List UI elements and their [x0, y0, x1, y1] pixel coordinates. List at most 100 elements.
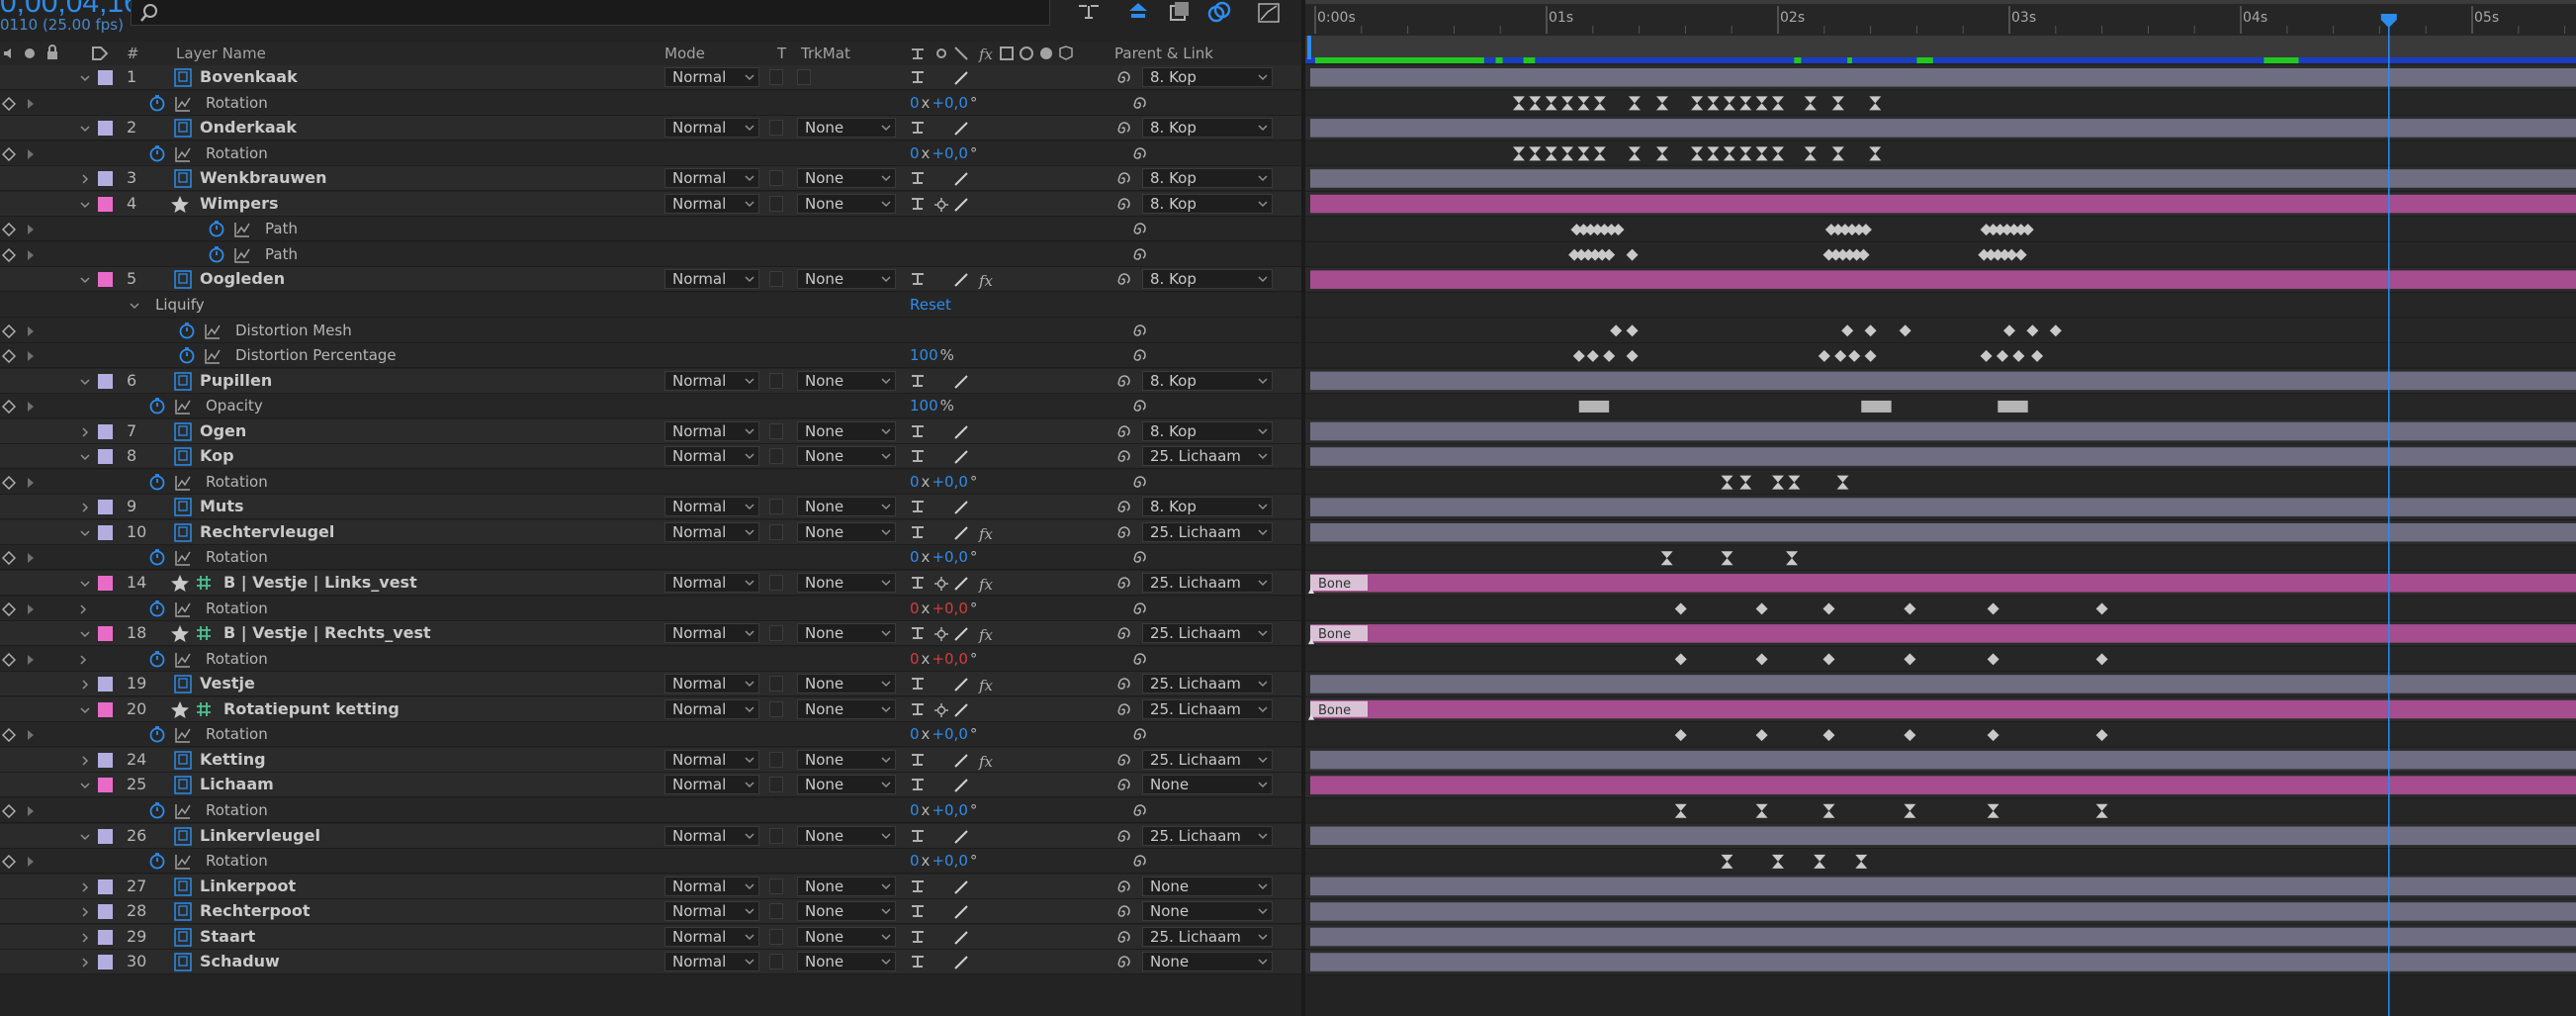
property-row[interactable]: Opacity 100% [0, 394, 1305, 419]
work-area-start-handle[interactable] [1307, 36, 1311, 59]
stopwatch-icon[interactable] [178, 322, 196, 339]
pick-whip-icon[interactable] [1114, 196, 1132, 214]
preserve-transparency-checkbox[interactable] [769, 499, 783, 515]
graph-icon[interactable] [174, 802, 192, 820]
preserve-transparency-checkbox[interactable] [769, 170, 783, 187]
keyframe-navigator-icon[interactable] [2, 323, 16, 338]
pick-whip-icon[interactable] [1114, 423, 1132, 441]
chevron-down-icon[interactable] [79, 831, 91, 843]
layer-row[interactable]: 30 Schaduw Normal None None [0, 950, 1305, 975]
preserve-transparency-checkbox[interactable] [769, 575, 783, 591]
keyframe-navigator-icon[interactable] [2, 223, 16, 237]
pick-whip-icon[interactable] [1114, 676, 1132, 693]
layer-name[interactable]: Schaduw [200, 952, 280, 970]
timeline-canvas[interactable]: 0:00s 01s 02s 03s 04s 05s Bone Bone Bone [1305, 0, 2576, 1016]
layer-name[interactable]: Oogleden [200, 269, 285, 288]
preserve-transparency-checkbox[interactable] [769, 69, 783, 85]
pick-whip-icon[interactable] [1114, 828, 1132, 846]
pick-whip-icon[interactable] [1130, 600, 1148, 618]
property-value[interactable]: 0 x +0,0 ° [910, 725, 979, 743]
keyframe-group[interactable] [1998, 400, 2028, 413]
trkmat-dropdown[interactable]: None [797, 901, 896, 922]
keyframe-group[interactable] [1861, 400, 1892, 413]
chevron-right-icon[interactable] [26, 654, 36, 666]
layer-switches[interactable]: fx [910, 271, 1009, 289]
layer-duration-bar[interactable] [1310, 826, 2576, 846]
trkmat-dropdown[interactable]: None [797, 168, 896, 189]
label-color-swatch[interactable] [98, 449, 113, 465]
mode-dropdown[interactable]: Normal [665, 420, 759, 441]
property-value[interactable]: 0 x +0,0 ° [910, 144, 979, 162]
layer-switches[interactable] [910, 120, 1009, 138]
pick-whip-icon[interactable] [1114, 929, 1132, 947]
keyframe-navigator-icon[interactable] [2, 146, 16, 161]
preserve-transparency-checkbox[interactable] [769, 928, 783, 945]
property-value[interactable]: 0 x +0,0 ° [910, 801, 979, 819]
mode-dropdown[interactable]: Normal [665, 269, 759, 290]
layer-switches[interactable] [910, 701, 1009, 719]
layer-name[interactable]: Rotatiepunt ketting [223, 699, 400, 718]
property-value[interactable]: 0 x +0,0 ° [910, 473, 979, 491]
keyframe-navigator-icon[interactable] [2, 551, 16, 566]
motion-blur-icon[interactable] [1206, 0, 1232, 26]
trkmat-dropdown[interactable]: None [797, 420, 896, 441]
preserve-transparency-checkbox[interactable] [769, 271, 783, 288]
keyframe-navigator-icon[interactable] [2, 400, 16, 415]
label-color-swatch[interactable] [98, 701, 113, 717]
label-color-swatch[interactable] [98, 576, 113, 591]
solo-icon[interactable] [24, 47, 36, 59]
layer-duration-bar[interactable] [1310, 119, 2576, 138]
graph-icon[interactable] [174, 853, 192, 871]
property-value[interactable]: 0 x +0,0 ° [910, 852, 979, 870]
layer-row[interactable]: 7 Ogen Normal None 8. Kop [0, 418, 1305, 444]
trkmat-dropdown[interactable]: None [797, 446, 896, 467]
preserve-transparency-checkbox[interactable] [769, 523, 783, 540]
layer-switches[interactable] [910, 423, 1009, 441]
keyframe-navigator-icon[interactable] [2, 803, 16, 818]
chevron-right-icon[interactable] [26, 350, 36, 362]
keyframe-navigator-icon[interactable] [2, 652, 16, 667]
label-color-swatch[interactable] [98, 955, 113, 970]
graph-icon[interactable] [174, 95, 192, 113]
parent-dropdown[interactable]: 25. Lichaam [1142, 825, 1273, 846]
layer-row[interactable]: 8 Kop Normal None 25. Lichaam [0, 444, 1305, 470]
preserve-transparency-checkbox[interactable] [769, 625, 783, 642]
parent-dropdown[interactable]: 8. Kop [1142, 497, 1273, 517]
graph-icon[interactable] [174, 600, 192, 618]
keyframe-navigator-icon[interactable] [2, 601, 16, 616]
parent-dropdown[interactable]: 25. Lichaam [1142, 623, 1273, 644]
property-row[interactable]: Rotation 0 x +0,0 ° [0, 596, 1305, 621]
trkmat-dropdown[interactable]: None [797, 749, 896, 770]
graph-icon[interactable] [233, 221, 251, 238]
lock-icon[interactable] [45, 45, 59, 60]
layer-row[interactable]: 2 Onderkaak Normal None 8. Kop [0, 116, 1305, 141]
pick-whip-icon[interactable] [1130, 726, 1148, 744]
mode-dropdown[interactable]: Normal [665, 698, 759, 719]
layer-row[interactable]: 6 Pupillen Normal None 8. Kop [0, 368, 1305, 394]
pick-whip-icon[interactable] [1114, 69, 1132, 87]
stopwatch-icon[interactable] [148, 801, 166, 819]
layer-switches[interactable]: fx [910, 625, 1009, 643]
parent-dropdown[interactable]: None [1142, 876, 1273, 896]
layer-name[interactable]: Ogen [200, 421, 246, 440]
layer-duration-bar[interactable] [1310, 624, 2576, 643]
effect-name[interactable]: Liquify [155, 296, 205, 314]
layer-row[interactable]: 4 Wimpers Normal None 8. Kop [0, 191, 1305, 217]
chevron-right-icon[interactable] [79, 932, 91, 944]
chevron-right-icon[interactable] [79, 173, 91, 185]
pick-whip-icon[interactable] [1114, 752, 1132, 770]
pick-whip-icon[interactable] [1114, 170, 1132, 188]
chevron-right-icon[interactable] [26, 148, 36, 160]
parent-dropdown[interactable]: 25. Lichaam [1142, 521, 1273, 542]
pick-whip-icon[interactable] [1114, 777, 1132, 794]
keyframe-navigator-icon[interactable] [2, 247, 16, 262]
pick-whip-icon[interactable] [1130, 221, 1148, 238]
column-layer-name[interactable]: Layer Name [176, 45, 266, 62]
mode-dropdown[interactable]: Normal [665, 623, 759, 644]
property-value[interactable]: 100% [910, 346, 956, 364]
mode-dropdown[interactable]: Normal [665, 926, 759, 947]
label-color-swatch[interactable] [98, 171, 113, 187]
layer-name[interactable]: Onderkaak [200, 118, 297, 137]
layer-switches[interactable] [910, 373, 1009, 391]
mode-dropdown[interactable]: Normal [665, 67, 759, 87]
